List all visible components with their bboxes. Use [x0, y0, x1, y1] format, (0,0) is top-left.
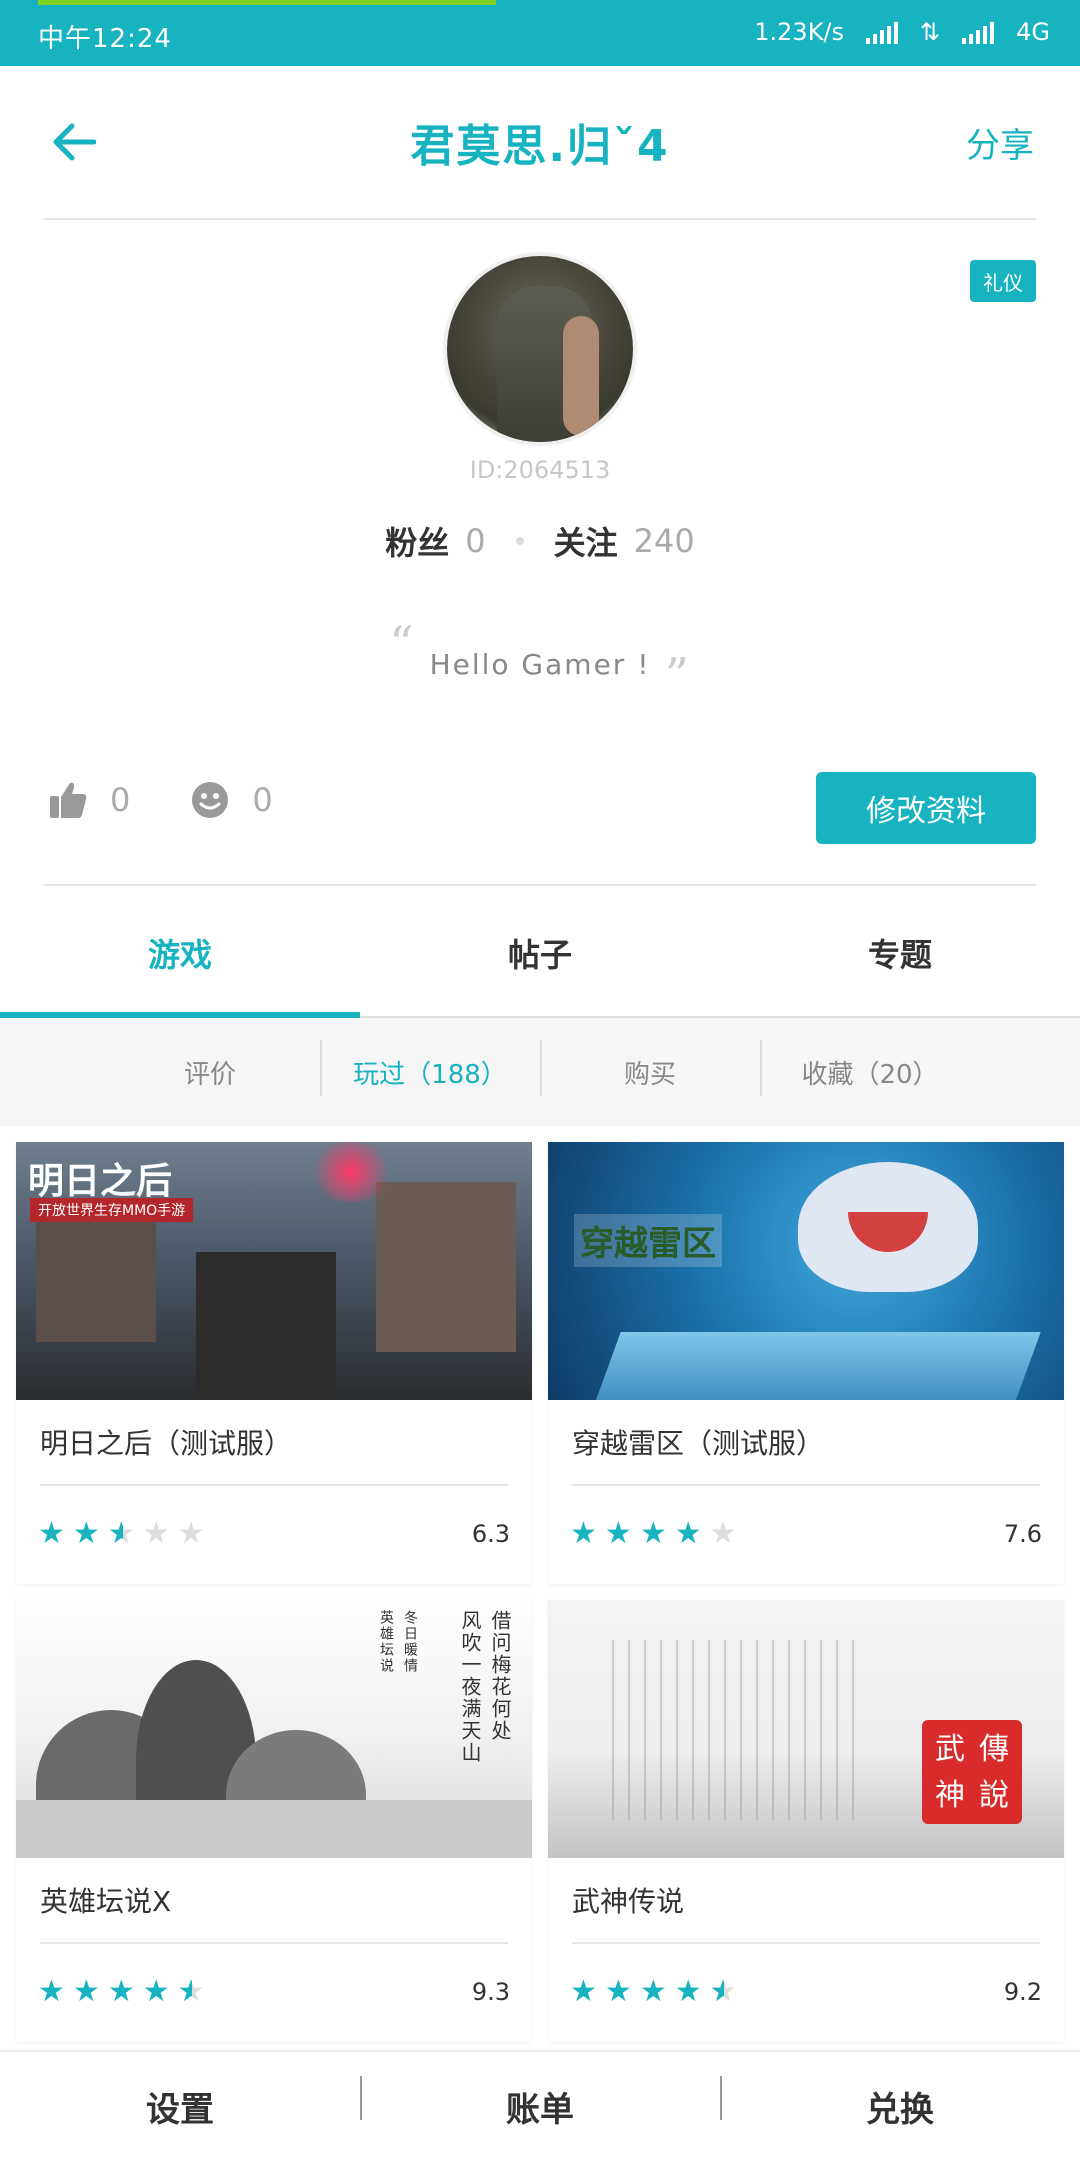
game-cover-image: 武 傳 神 說	[548, 1600, 1064, 1858]
rating-stars: ★ ★ ★ ★ ★	[570, 1974, 737, 2009]
tab-posts[interactable]: 帖子	[360, 890, 720, 1016]
star-icon: ★	[674, 1516, 702, 1551]
edit-profile-button[interactable]: 修改资料	[816, 772, 1036, 844]
redeem-button[interactable]: 兑换	[720, 2075, 1080, 2131]
fans-label[interactable]: 粉丝	[385, 518, 449, 564]
subtab-played[interactable]: 玩过（188）	[320, 1039, 540, 1096]
star-icon: ★	[604, 1974, 632, 2009]
star-icon: ★	[570, 1516, 597, 1551]
likes-stat[interactable]: 0	[48, 780, 130, 820]
divider	[44, 884, 1036, 886]
settings-button[interactable]: 设置	[0, 2082, 360, 2131]
game-grid: 明日之后 开放世界生存MMO手游 明日之后（测试服） ★ ★ ★ ★ ★ 6.3…	[16, 1142, 1064, 2042]
game-title: 穿越雷区（测试服）	[572, 1427, 825, 1460]
game-cover-poem: 英雄坛说	[378, 1610, 394, 1674]
star-icon: ★	[72, 1516, 100, 1551]
star-icon: ★	[674, 1974, 702, 2009]
game-cover-image: 明日之后 开放世界生存MMO手游	[16, 1142, 532, 1400]
game-score: 9.2	[1003, 1978, 1042, 2006]
subtab-reviews[interactable]: 评价	[100, 1054, 320, 1091]
game-filter-tabs: 评价 玩过（188） 购买 收藏（20）	[0, 1018, 1080, 1126]
header: 君莫思.归ˇ4 分享	[0, 66, 1080, 220]
star-icon: ★	[639, 1516, 667, 1551]
following-label[interactable]: 关注	[554, 518, 618, 564]
network-type: 4G	[1016, 18, 1050, 46]
tab-topics[interactable]: 专题	[720, 890, 1080, 1016]
following-count[interactable]: 240	[634, 522, 695, 560]
star-half-icon: ★	[710, 1977, 737, 2008]
tab-games[interactable]: 游戏	[0, 890, 360, 1018]
game-cover-seal: 武 傳 神 說	[922, 1720, 1022, 1824]
star-icon: ★	[142, 1974, 170, 2009]
signature-text: Hello Gamer !	[429, 648, 651, 681]
star-icon: ★	[38, 1516, 65, 1551]
close-quote-icon: ”	[664, 648, 691, 704]
smiles-count: 0	[252, 781, 273, 819]
star-half-icon: ★	[108, 1519, 135, 1550]
share-button[interactable]: 分享	[966, 118, 1034, 167]
rating-stars: ★ ★ ★ ★ ★	[38, 1974, 205, 2009]
star-icon: ★	[639, 1974, 667, 2009]
game-card[interactable]: 借问梅花何处 风吹一夜满天山 冬日暖情 英雄坛说 英雄坛说X ★ ★ ★ ★ ★…	[16, 1600, 532, 2042]
page-load-progress	[38, 0, 496, 5]
bill-button[interactable]: 账单	[360, 2075, 720, 2131]
reaction-stats: 0 0	[48, 780, 333, 820]
game-card[interactable]: 明日之后 开放世界生存MMO手游 明日之后（测试服） ★ ★ ★ ★ ★ 6.3	[16, 1142, 532, 1584]
game-cover-title: 穿越雷区	[574, 1214, 722, 1267]
star-icon: ★	[38, 1974, 65, 2009]
etiquette-badge[interactable]: 礼仪	[970, 260, 1036, 302]
star-empty-icon: ★	[709, 1516, 737, 1551]
status-indicators: 1.23K/s ⇅ 4G	[754, 18, 1050, 46]
game-score: 6.3	[471, 1520, 510, 1548]
status-bar: 中午12:24 1.23K/s ⇅ 4G	[0, 0, 1080, 66]
follow-stats: 粉丝 0 关注 240	[0, 518, 1080, 564]
rating-stars: ★ ★ ★ ★ ★	[570, 1519, 737, 1549]
game-cover-poem: 借问梅花何处	[488, 1610, 512, 1742]
user-signature: “ Hello Gamer ! ”	[0, 616, 1080, 704]
game-cover-subtitle: 开放世界生存MMO手游	[30, 1198, 194, 1222]
divider	[44, 218, 1036, 220]
status-time: 中午12:24	[38, 24, 172, 54]
smiley-icon	[192, 782, 229, 818]
game-cover-poem: 冬日暖情	[402, 1610, 418, 1674]
game-card[interactable]: 穿越雷区 穿越雷区（测试服） ★ ★ ★ ★ ★ 7.6	[548, 1142, 1064, 1584]
game-cover-image: 借问梅花何处 风吹一夜满天山 冬日暖情 英雄坛说	[16, 1600, 532, 1858]
subtab-purchased[interactable]: 购买	[540, 1039, 760, 1096]
star-icon: ★	[604, 1516, 632, 1551]
game-cover-poem: 风吹一夜满天山	[458, 1610, 482, 1764]
network-speed: 1.23K/s	[754, 18, 845, 46]
star-half-icon: ★	[178, 1977, 205, 2008]
subtab-favorites[interactable]: 收藏（20）	[760, 1039, 980, 1096]
separator-dot	[515, 537, 524, 545]
signal-icon	[866, 20, 899, 44]
signal-icon-2	[962, 20, 995, 44]
game-title: 明日之后（测试服）	[40, 1427, 293, 1460]
smiles-stat[interactable]: 0	[190, 780, 273, 820]
star-empty-icon: ★	[142, 1516, 170, 1551]
game-score: 9.3	[471, 1978, 510, 2006]
game-card[interactable]: 武 傳 神 說 武神传说 ★ ★ ★ ★ ★ 9.2	[548, 1600, 1064, 2042]
bottom-action-bar: 设置 账单 兑换	[0, 2050, 1080, 2160]
user-id: ID:2064513	[469, 456, 611, 484]
likes-count: 0	[110, 781, 131, 819]
star-icon: ★	[570, 1974, 597, 2009]
game-cover-title: 明日之后	[28, 1161, 173, 1202]
star-icon: ★	[107, 1974, 135, 2009]
star-empty-icon: ★	[177, 1516, 205, 1551]
data-transfer-icon: ⇅	[920, 18, 941, 46]
rating-stars: ★ ★ ★ ★ ★	[38, 1516, 205, 1551]
fans-count[interactable]: 0	[465, 522, 485, 560]
game-title: 武神传说	[572, 1885, 685, 1918]
thumbs-up-icon	[50, 782, 87, 818]
avatar[interactable]	[443, 252, 637, 446]
page-title: 君莫思.归ˇ4	[410, 121, 670, 172]
content-tabs: 游戏 帖子 专题	[0, 890, 1080, 1018]
game-title: 英雄坛说X	[40, 1885, 172, 1918]
open-quote-icon: “	[389, 616, 416, 672]
game-score: 7.6	[1003, 1520, 1042, 1548]
game-cover-image: 穿越雷区	[548, 1142, 1064, 1400]
star-icon: ★	[72, 1974, 100, 2009]
